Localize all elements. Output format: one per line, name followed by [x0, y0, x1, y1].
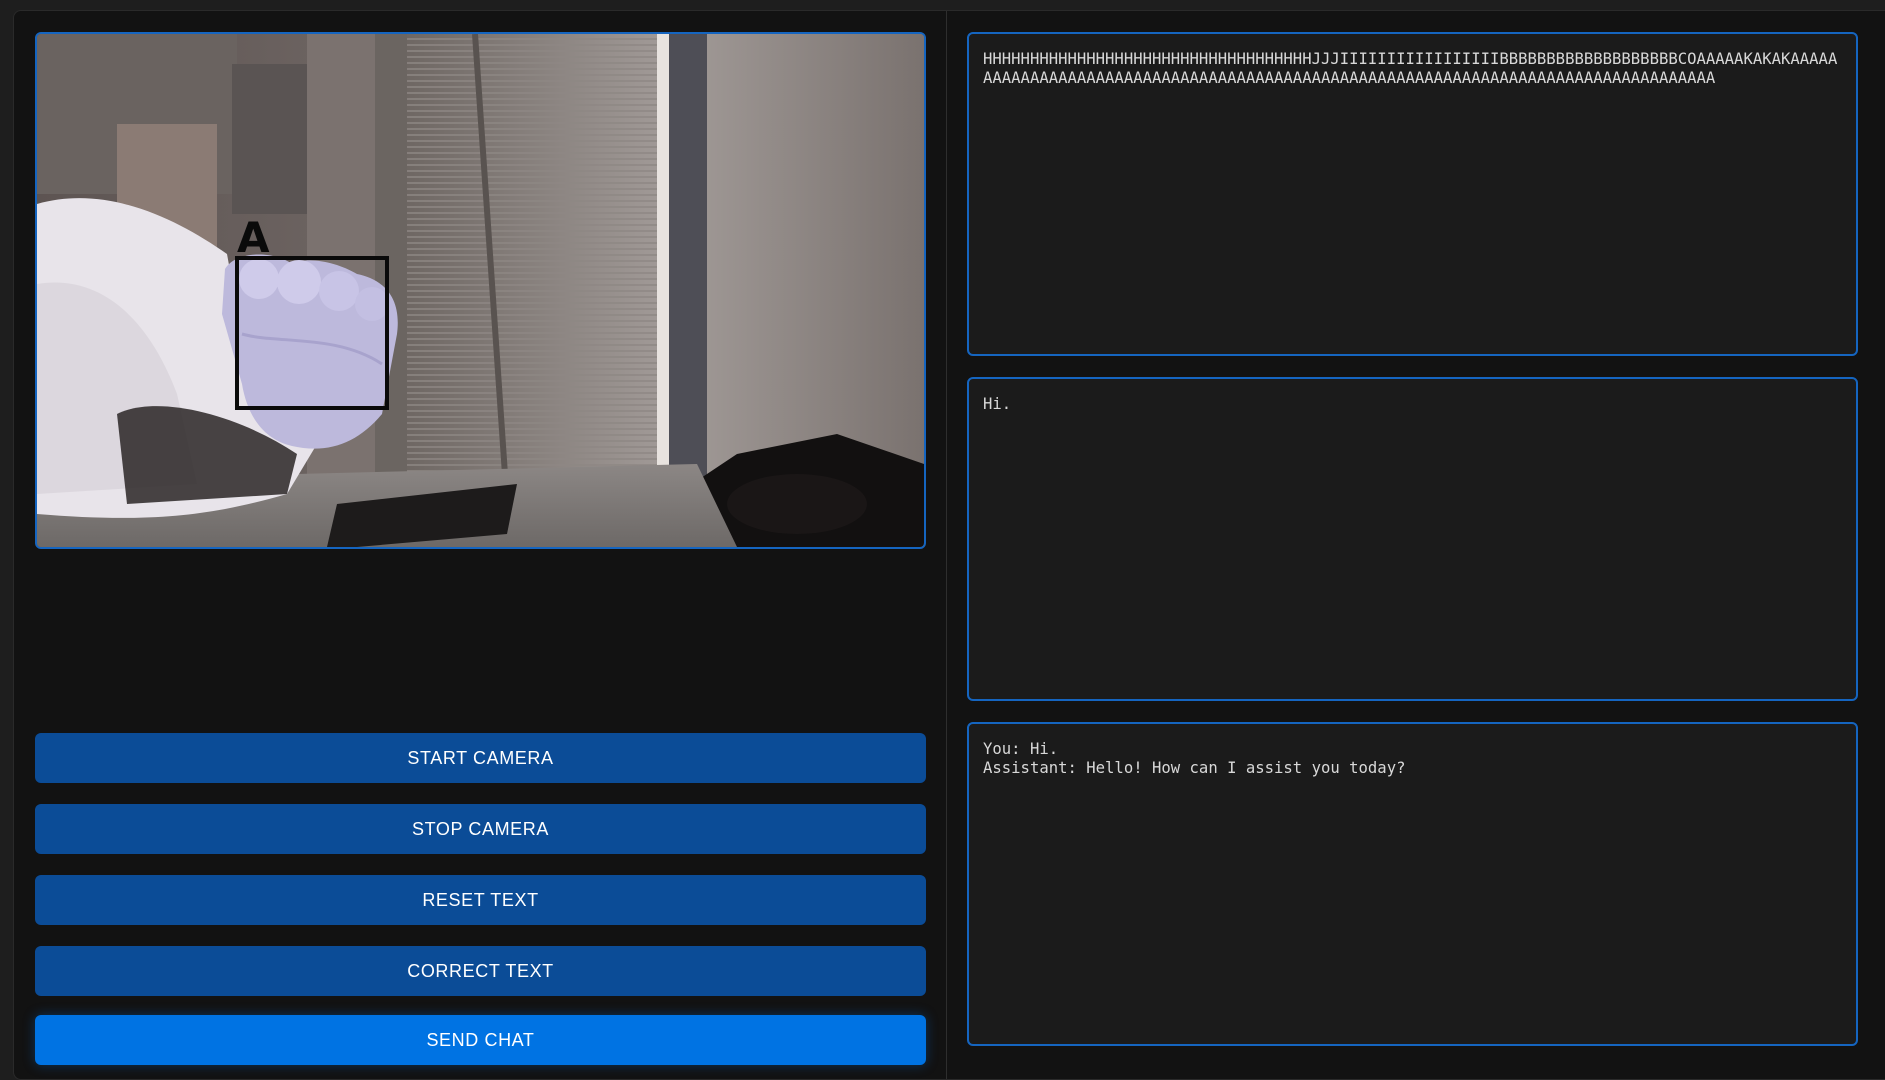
correct-text-button[interactable]: CORRECT TEXT [35, 946, 926, 996]
detected-letter-label: A [237, 213, 270, 262]
app-window: A START CAMERA STOP CAMERA RESET TEXT CO… [13, 10, 1885, 1080]
chat-log-panel[interactable]: You: Hi. Assistant: Hello! How can I ass… [967, 722, 1858, 1046]
reset-text-button[interactable]: RESET TEXT [35, 875, 926, 925]
send-chat-button[interactable]: SEND CHAT [35, 1015, 926, 1065]
recognized-text-panel[interactable]: HHHHHHHHHHHHHHHHHHHHHHHHHHHHHHHHHHHJJJII… [967, 32, 1858, 356]
start-camera-button[interactable]: START CAMERA [35, 733, 926, 783]
camera-feed: A [35, 32, 926, 549]
corrected-text-panel[interactable]: Hi. [967, 377, 1858, 701]
stop-camera-button[interactable]: STOP CAMERA [35, 804, 926, 854]
camera-frame-image: A [37, 34, 924, 547]
panel-divider [946, 11, 947, 1079]
